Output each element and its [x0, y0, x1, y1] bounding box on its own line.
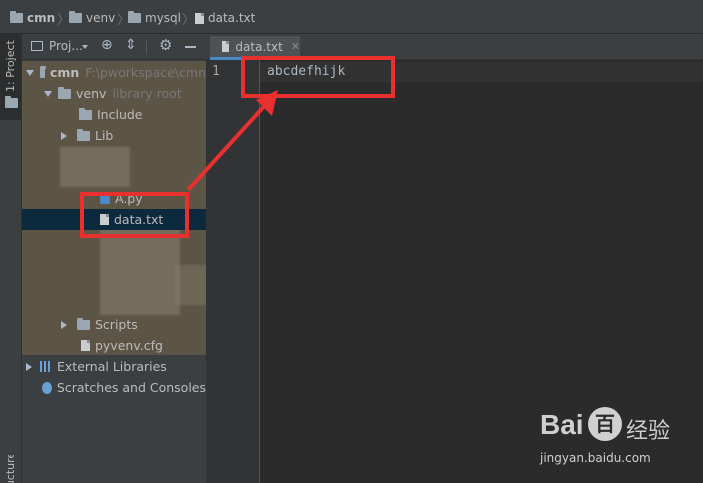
text-file-icon	[222, 41, 230, 52]
toolbar-divider	[146, 40, 147, 54]
tree-item-external-libraries[interactable]: External Libraries	[22, 356, 206, 377]
tree-item-scratches[interactable]: Scratches and Consoles	[22, 377, 206, 398]
tree-item-pyvenv[interactable]: pyvenv.cfg	[22, 335, 206, 356]
project-panel-header: Proj... ⊕ ⇕ ⚙	[22, 34, 206, 60]
tree-item-cmn[interactable]: cmn F:\pworkspace\cmn	[22, 62, 206, 83]
expand-arrow-icon	[44, 90, 52, 97]
folder-icon	[10, 11, 23, 23]
locate-file-icon[interactable]: ⊕	[101, 37, 113, 53]
config-file-icon	[81, 340, 90, 351]
folder-icon	[128, 11, 141, 23]
folder-icon	[5, 96, 18, 108]
breadcrumb: cmn 〉 venv 〉 mysql 〉 data.txt	[0, 0, 703, 34]
breadcrumb-item-mysql[interactable]: mysql	[128, 10, 181, 26]
folder-icon	[40, 65, 46, 78]
folder-icon	[79, 107, 92, 120]
project-tool-tab[interactable]: 1: Project	[0, 34, 21, 120]
line-number: 1	[212, 64, 220, 79]
annotation-arrow-shaft	[186, 100, 270, 192]
collapse-all-icon[interactable]: ⇕	[125, 37, 137, 53]
folder-icon	[58, 86, 71, 99]
breadcrumb-item-data-txt[interactable]: data.txt	[195, 10, 255, 26]
folder-icon	[69, 11, 82, 23]
baidu-paw-icon: 百	[588, 407, 622, 441]
tree-item-venv[interactable]: venv library root	[22, 83, 206, 104]
folder-icon	[77, 128, 90, 141]
folder-icon	[77, 317, 90, 330]
blurred-region	[100, 225, 180, 315]
tree-item-include[interactable]: Include	[22, 104, 206, 125]
tree-item-lib[interactable]: Lib	[22, 125, 206, 146]
structure-tool-tab[interactable]: Structure	[0, 455, 21, 483]
annotation-box-file	[80, 192, 189, 238]
breadcrumb-item-venv[interactable]: venv	[69, 10, 115, 26]
tree-item-scripts[interactable]: Scripts	[22, 314, 206, 335]
hide-panel-icon[interactable]	[185, 46, 196, 48]
gear-icon[interactable]: ⚙	[159, 36, 172, 54]
blurred-region	[60, 147, 130, 187]
project-view-icon	[31, 41, 43, 51]
library-icon	[40, 361, 52, 372]
chevron-down-icon	[82, 45, 88, 49]
baidu-watermark: Bai 百 经验 jingyan.baidu.com	[540, 407, 671, 465]
expand-arrow-icon	[26, 69, 34, 76]
project-view-selector[interactable]: Proj...	[49, 39, 83, 53]
annotation-arrow	[186, 90, 278, 192]
collapse-arrow-icon	[61, 131, 67, 140]
text-file-icon	[195, 12, 204, 24]
collapse-arrow-icon	[26, 362, 32, 371]
close-tab-icon[interactable]: ✕	[291, 40, 300, 53]
scratches-icon	[42, 381, 52, 394]
breadcrumb-item-cmn[interactable]: cmn	[10, 10, 55, 26]
breadcrumb-separator: 〉	[182, 13, 196, 28]
collapse-arrow-icon	[61, 320, 67, 329]
